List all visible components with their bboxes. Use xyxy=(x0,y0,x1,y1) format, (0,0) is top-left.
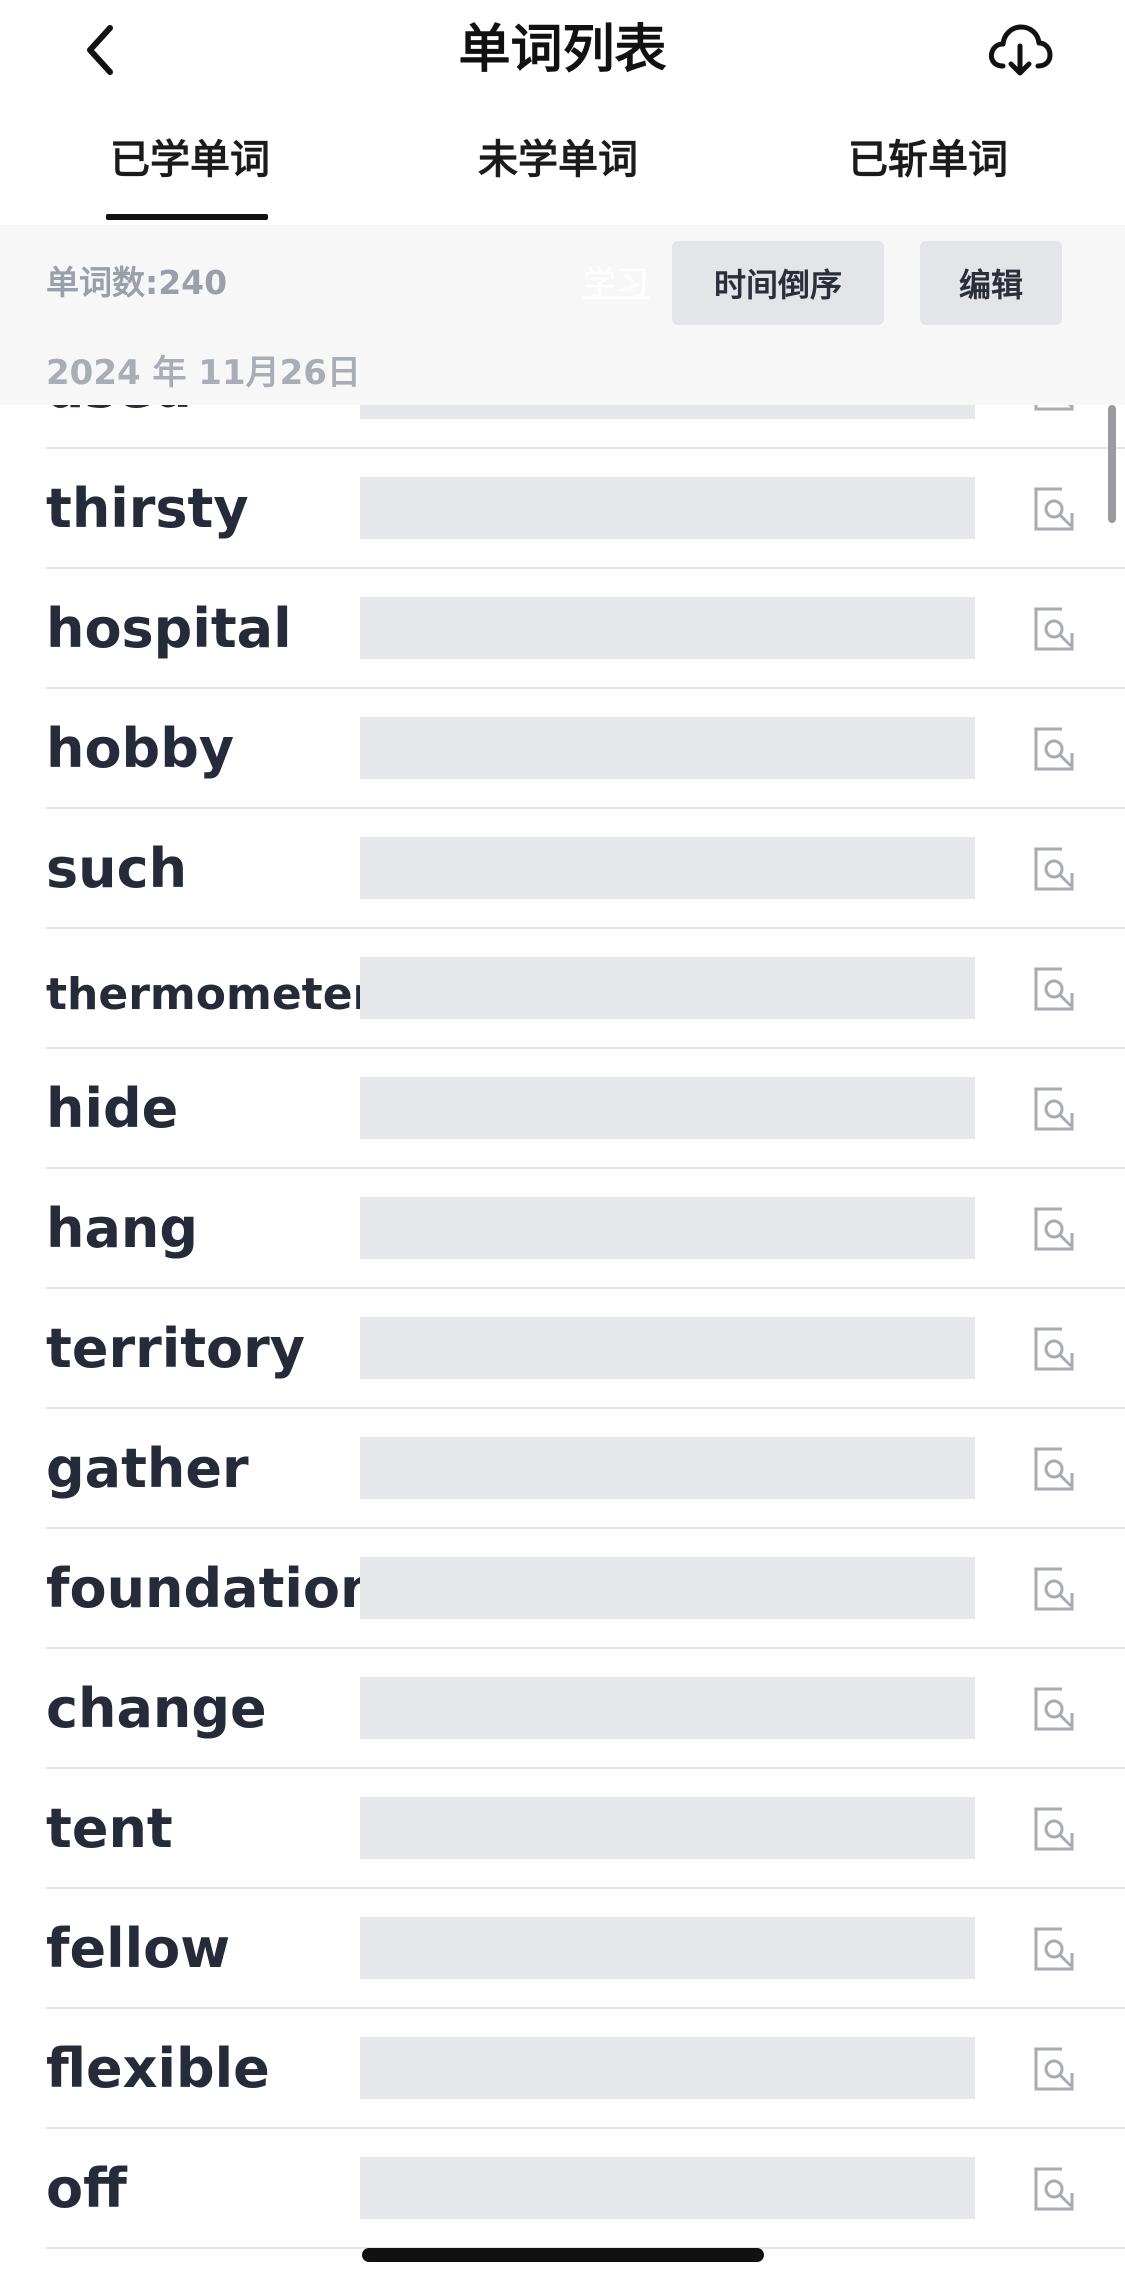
meaning-mask[interactable] xyxy=(360,1317,975,1379)
word-text: change xyxy=(46,1677,267,1740)
word-text: off xyxy=(46,2157,127,2220)
word-text: fellow xyxy=(46,1917,231,1980)
lookup-icon[interactable] xyxy=(1032,2045,1076,2093)
word-list-content: used thirsty hospital hobby such thermometer h… xyxy=(0,405,1125,2249)
word-text: hobby xyxy=(46,717,235,780)
word-text: flexible xyxy=(46,2037,270,2100)
list-item[interactable]: used xyxy=(0,405,1125,449)
list-item[interactable]: hospital xyxy=(0,569,1125,689)
list-item[interactable]: foundation xyxy=(0,1529,1125,1649)
word-text: hide xyxy=(46,1077,179,1140)
download-button[interactable] xyxy=(985,20,1055,80)
word-text: such xyxy=(46,837,188,900)
lookup-icon[interactable] xyxy=(1032,1805,1076,1853)
tab-learned[interactable]: 已学单词 xyxy=(110,132,270,188)
list-item[interactable]: flexible xyxy=(0,2009,1125,2129)
lookup-icon[interactable] xyxy=(1032,485,1076,533)
list-item[interactable]: hobby xyxy=(0,689,1125,809)
word-text: territory xyxy=(46,1317,305,1380)
lookup-icon[interactable] xyxy=(1032,1325,1076,1373)
word-text: tent xyxy=(46,1797,173,1860)
list-item[interactable]: thirsty xyxy=(0,449,1125,569)
page-title: 单词列表 xyxy=(458,20,667,80)
word-text: hospital xyxy=(46,597,292,660)
lookup-icon[interactable] xyxy=(1032,405,1076,413)
lookup-icon[interactable] xyxy=(1032,1925,1076,1973)
list-item[interactable]: territory xyxy=(0,1289,1125,1409)
word-text: foundation xyxy=(46,1557,379,1620)
meaning-mask[interactable] xyxy=(360,957,975,1019)
cloud-download-icon xyxy=(988,24,1053,76)
lookup-icon[interactable] xyxy=(1032,2165,1076,2213)
sort-button[interactable]: 时间倒序 xyxy=(672,241,884,325)
word-text: thirsty xyxy=(46,477,249,540)
list-item[interactable]: tent xyxy=(0,1769,1125,1889)
home-indicator[interactable] xyxy=(362,2248,764,2262)
lookup-icon[interactable] xyxy=(1032,605,1076,653)
word-list[interactable]: used thirsty hospital hobby such thermometer h… xyxy=(0,405,1125,2290)
lookup-icon[interactable] xyxy=(1032,1205,1076,1253)
list-item[interactable]: gather xyxy=(0,1409,1125,1529)
list-item[interactable]: such xyxy=(0,809,1125,929)
meaning-mask[interactable] xyxy=(360,405,975,419)
meaning-mask[interactable] xyxy=(360,717,975,779)
list-toolbar: 单词数:240 学习 时间倒序 编辑 2024 年 11月26日 xyxy=(0,225,1125,405)
tab-bar: 已学单词 未学单词 已斩单词 xyxy=(0,110,1125,225)
meaning-mask[interactable] xyxy=(360,1557,975,1619)
meaning-mask[interactable] xyxy=(360,837,975,899)
word-count: 单词数:240 xyxy=(46,263,228,302)
lookup-icon[interactable] xyxy=(1032,1085,1076,1133)
meaning-mask[interactable] xyxy=(360,1677,975,1739)
edit-button[interactable]: 编辑 xyxy=(920,241,1062,325)
meaning-mask[interactable] xyxy=(360,597,975,659)
section-date: 2024 年 11月26日 xyxy=(46,353,361,393)
meaning-mask[interactable] xyxy=(360,477,975,539)
meaning-mask[interactable] xyxy=(360,2037,975,2099)
meaning-mask[interactable] xyxy=(360,1077,975,1139)
scrollbar[interactable] xyxy=(1108,405,1116,523)
tab-mastered[interactable]: 已斩单词 xyxy=(848,132,1008,188)
tab-unlearned[interactable]: 未学单词 xyxy=(478,132,638,188)
meaning-mask[interactable] xyxy=(360,2157,975,2219)
list-item[interactable]: hang xyxy=(0,1169,1125,1289)
meaning-mask[interactable] xyxy=(360,1197,975,1259)
word-text: gather xyxy=(46,1437,249,1500)
list-item[interactable]: fellow xyxy=(0,1889,1125,2009)
list-item[interactable]: hide xyxy=(0,1049,1125,1169)
meaning-mask[interactable] xyxy=(360,1917,975,1979)
active-tab-indicator xyxy=(106,214,268,220)
meaning-mask[interactable] xyxy=(360,1797,975,1859)
lookup-icon[interactable] xyxy=(1032,845,1076,893)
lookup-icon[interactable] xyxy=(1032,965,1076,1013)
meaning-mask[interactable] xyxy=(360,1437,975,1499)
lookup-icon[interactable] xyxy=(1032,1685,1076,1733)
word-text: hang xyxy=(46,1197,198,1260)
list-item[interactable]: change xyxy=(0,1649,1125,1769)
word-text: thermometer xyxy=(46,969,375,1020)
study-link[interactable]: 学习 xyxy=(583,259,649,307)
list-item[interactable]: off xyxy=(0,2129,1125,2249)
lookup-icon[interactable] xyxy=(1032,725,1076,773)
word-text: used xyxy=(46,405,192,421)
lookup-icon[interactable] xyxy=(1032,1445,1076,1493)
lookup-icon[interactable] xyxy=(1032,1565,1076,1613)
header: 单词列表 xyxy=(0,0,1125,110)
list-item[interactable]: thermometer xyxy=(0,929,1125,1049)
